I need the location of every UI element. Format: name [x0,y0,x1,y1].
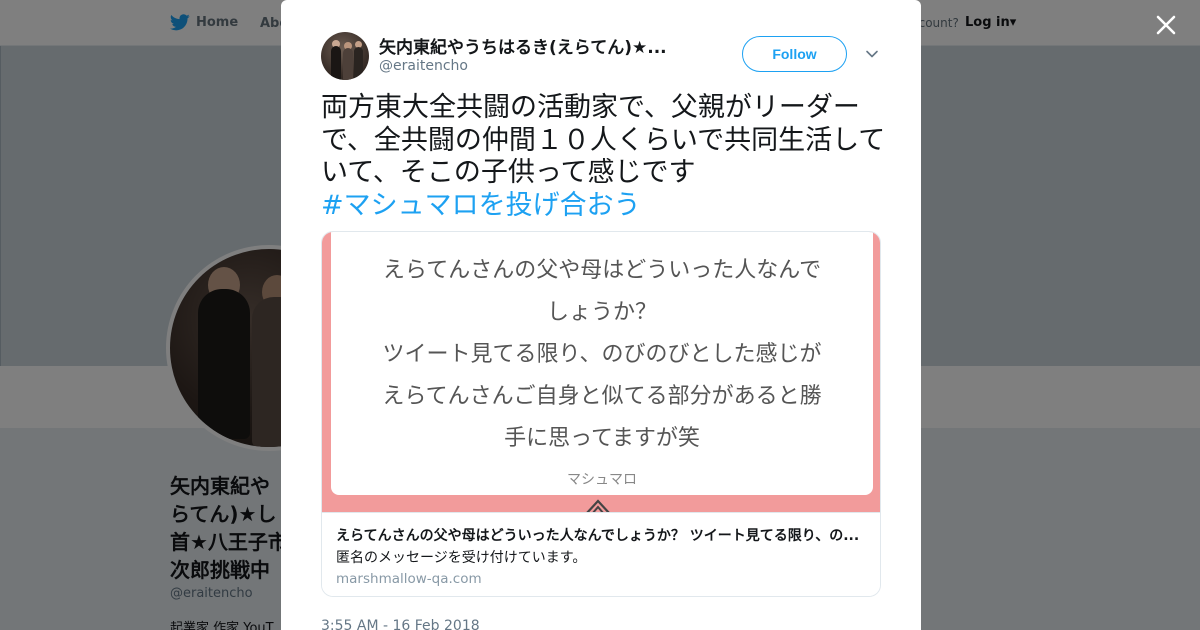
card-title: えらてんさんの父や母はどういった人なんでしょうか？ ツイート見てる限り、の... [336,528,860,544]
card-image-paper: えらてんさんの父や母はどういった人なんで しょうか？ ツイート見てる限り、のびの… [331,232,873,495]
card-description: 匿名のメッセージを受け付けています。 [336,550,587,566]
card-image-line: えらてんさんご自身と似てる部分があると勝 [382,384,822,409]
link-card[interactable]: えらてんさんの父や母はどういった人なんで しょうか？ ツイート見てる限り、のびの… [321,231,881,597]
card-meta: えらてんさんの父や母はどういった人なんでしょうか？ ツイート見てる限り、の...… [322,512,880,596]
follow-button[interactable]: Follow [742,36,847,72]
tweet-body: 両方東大全共闘の活動家で、父親がリーダーで、全共闘の仲間１０人くらいで共同生活し… [321,92,886,222]
card-image-line: ツイート見てる限り、のびのびとした感じが [382,342,822,367]
author-handle[interactable]: @eraitencho [379,58,468,74]
card-image-line: 手に思ってますが笑 [504,426,700,451]
card-image-line: えらてんさんの父や母はどういった人なんで [382,258,822,283]
tweet-text: 両方東大全共闘の活動家で、父親がリーダーで、全共闘の仲間１０人くらいで共同生活し… [321,92,886,188]
chevron-down-icon[interactable] [864,46,880,62]
card-domain: marshmallow-qa.com [336,571,482,587]
card-image: えらてんさんの父や母はどういった人なんで しょうか？ ツイート見てる限り、のびの… [322,232,880,514]
tweet-timestamp[interactable]: 3:55 AM - 16 Feb 2018 [321,618,480,630]
tweet-hashtag[interactable]: #マシュマロを投げ合おう [321,190,886,223]
card-image-brand: マシュマロ [567,472,637,488]
card-image-message: えらてんさんの父や母はどういった人なんで しょうか？ ツイート見てる限り、のびの… [331,250,873,460]
author-avatar[interactable] [321,32,369,80]
card-image-line: しょうか？ [546,300,657,325]
author-name[interactable]: 矢内東紀やうちはるき(えらてん)★... [379,33,684,58]
tweet-modal: 矢内東紀やうちはるき(えらてん)★... @eraitencho Follow … [281,0,921,630]
close-icon[interactable] [1152,11,1180,39]
